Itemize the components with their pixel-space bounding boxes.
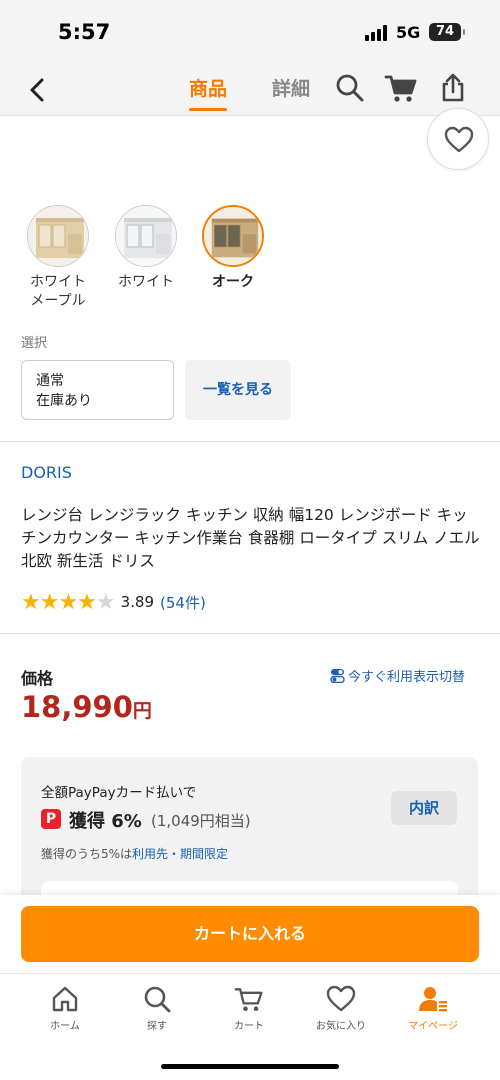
back-icon[interactable] [22, 74, 54, 106]
search-icon [144, 986, 171, 1013]
brand-link[interactable]: DORIS [21, 463, 72, 482]
home-indicator-bar [161, 1064, 339, 1069]
paypay-points-card: 全額PayPayカード払いで P 獲得 6% (1,049円相当) 獲得のうち5… [21, 757, 478, 921]
paypay-note: 獲得のうち5%は利用先・期間限定 [41, 847, 229, 861]
variant-white-maple[interactable]: ホワイト メープル [26, 205, 90, 311]
paypay-earn-rate: 獲得 6% [69, 811, 142, 832]
breakdown-button[interactable]: 内訳 [391, 791, 457, 825]
share-icon[interactable] [437, 72, 469, 104]
option-type: 通常 [36, 373, 64, 389]
status-time: 5:57 [58, 20, 111, 44]
product-header: 商品 詳細 [0, 62, 500, 116]
divider [0, 441, 500, 442]
display-switch-link[interactable]: 今すぐ利用表示切替 [330, 666, 465, 685]
tab-mypage[interactable]: マイページ [393, 984, 473, 1032]
variant-label: オーク [212, 274, 254, 290]
tab-cart[interactable]: カート [209, 984, 289, 1032]
rating-stars: ★★★★★ [21, 589, 116, 615]
signal-icon [365, 25, 391, 41]
cart-icon [234, 988, 263, 1011]
tab-favorites[interactable]: お気に入り [301, 984, 381, 1032]
variant-swatch [115, 205, 177, 267]
price-label: 価格 [21, 669, 54, 688]
select-section-label: 選択 [21, 336, 48, 351]
paypay-equivalent: (1,049円相当) [151, 812, 251, 830]
toggle-icon [330, 669, 345, 683]
product-title: レンジ台 レンジラック キッチン 収納 幅120 レンジボード キッチンカウンタ… [21, 506, 480, 570]
tab-label: マイページ [408, 1021, 458, 1032]
user-icon [419, 987, 447, 1012]
divider [0, 633, 500, 634]
tab-home[interactable]: ホーム [25, 984, 105, 1032]
sticky-cart-bar: カートに入れる [0, 895, 500, 973]
tab-label: 探す [147, 1021, 167, 1032]
cart-icon[interactable] [384, 72, 417, 104]
price: 18,990円 [21, 690, 152, 724]
battery-icon: 74 [429, 23, 465, 41]
tab-label: ホーム [50, 1021, 80, 1032]
rating-value: 3.89 [120, 593, 155, 611]
tab-product[interactable]: 商品 [189, 74, 228, 111]
review-count-link[interactable]: (54件) [160, 592, 206, 613]
heart-icon [326, 985, 356, 1012]
variant-swatch [27, 205, 89, 267]
view-all-button[interactable]: 一覧を見る [185, 360, 291, 420]
variant-oak[interactable]: オーク [201, 205, 265, 292]
heart-icon [444, 126, 474, 153]
network-label: 5G [396, 23, 421, 42]
variant-label: ホワイト メープル [30, 274, 86, 309]
tab-label: カート [234, 1021, 264, 1032]
option-normal[interactable]: 通常 在庫あり [21, 360, 174, 420]
add-to-cart-button[interactable]: カートに入れる [21, 906, 479, 962]
tab-search[interactable]: 探す [117, 984, 197, 1032]
paypay-logo-icon: P [41, 809, 61, 829]
variant-swatch-selected [202, 205, 264, 267]
paypay-limited-link[interactable]: 利用先・期間限定 [132, 847, 228, 861]
rating[interactable]: ★★★★★ 3.89 (54件) [21, 589, 206, 615]
favorite-button[interactable] [427, 108, 489, 170]
paypay-condition: 全額PayPayカード払いで [41, 785, 197, 801]
tab-label: お気に入り [316, 1021, 366, 1032]
price-unit: 円 [132, 700, 152, 722]
tab-detail[interactable]: 詳細 [272, 74, 310, 101]
option-stock: 在庫あり [36, 393, 92, 409]
variant-label: ホワイト [118, 274, 174, 290]
home-icon [52, 986, 78, 1012]
status-bar: 5:57 5G 74 [0, 0, 500, 62]
search-icon[interactable] [334, 72, 366, 104]
price-amount: 18,990 [21, 690, 133, 724]
variant-white[interactable]: ホワイト [114, 205, 178, 292]
